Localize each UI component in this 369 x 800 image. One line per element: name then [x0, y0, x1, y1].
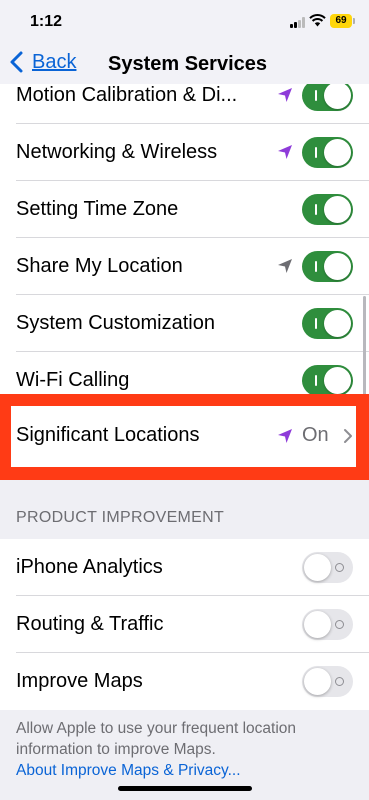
- footer-text: Allow Apple to use your frequent locatio…: [16, 720, 297, 758]
- section-header: PRODUCT IMPROVEMENT: [16, 509, 225, 526]
- footer-note: Allow Apple to use your frequent locatio…: [16, 718, 361, 781]
- chevron-right-icon: [344, 429, 352, 443]
- cellular-signal-icon: [290, 17, 306, 28]
- status-time: 1:12: [30, 13, 63, 30]
- system-services-list: Motion Calibration & Di... Networking & …: [0, 67, 369, 409]
- scrollbar[interactable]: [363, 296, 366, 404]
- iphone-analytics-toggle[interactable]: [302, 552, 353, 583]
- significant-locations-row[interactable]: Significant Locations On: [11, 406, 356, 467]
- networking-wireless-toggle[interactable]: [302, 137, 353, 168]
- gray-arrow-icon: [278, 259, 292, 273]
- motion-calibration-toggle[interactable]: [302, 80, 353, 111]
- status-bar: 1:12 69: [0, 0, 369, 44]
- wifi-calling-toggle[interactable]: [302, 365, 353, 396]
- highlight-box: Significant Locations On: [0, 394, 369, 480]
- setting-time-zone-toggle[interactable]: [302, 194, 353, 225]
- row-label: Motion Calibration & Di...: [16, 84, 238, 106]
- row-label: Significant Locations: [16, 424, 200, 446]
- list-item-routing-traffic: Routing & Traffic: [0, 596, 369, 653]
- list-item-share-my-location: Share My Location: [0, 238, 369, 295]
- battery-icon: 69: [330, 14, 355, 28]
- wifi-icon: [309, 14, 326, 27]
- navigation-bar: Back System Services: [0, 44, 369, 84]
- page-title: System Services: [107, 53, 267, 75]
- row-label: Routing & Traffic: [16, 613, 164, 635]
- privacy-link[interactable]: About Improve Maps & Privacy...: [16, 760, 361, 781]
- purple-arrow-icon: [278, 88, 292, 102]
- routing-traffic-toggle[interactable]: [302, 609, 353, 640]
- row-label: Setting Time Zone: [16, 198, 179, 220]
- system-customization-toggle[interactable]: [302, 308, 353, 339]
- row-label: Networking & Wireless: [16, 141, 218, 163]
- row-value: On: [302, 424, 329, 446]
- share-my-location-toggle[interactable]: [302, 251, 353, 282]
- row-label: System Customization: [16, 312, 215, 334]
- row-label: iPhone Analytics: [16, 556, 163, 578]
- list-item-networking-wireless: Networking & Wireless: [0, 124, 369, 181]
- home-indicator[interactable]: [118, 786, 252, 791]
- purple-arrow-icon: [278, 429, 292, 443]
- row-label: Improve Maps: [16, 670, 143, 692]
- list-item-improve-maps: Improve Maps: [0, 653, 369, 710]
- improve-maps-toggle[interactable]: [302, 666, 353, 697]
- list-item-setting-time-zone: Setting Time Zone: [0, 181, 369, 238]
- purple-arrow-icon: [278, 145, 292, 159]
- row-label: Share My Location: [16, 255, 183, 277]
- list-item-system-customization: System Customization: [0, 295, 369, 352]
- product-improvement-list: iPhone Analytics Routing & Traffic Impro…: [0, 539, 369, 710]
- list-item-iphone-analytics: iPhone Analytics: [0, 539, 369, 596]
- row-label: Wi-Fi Calling: [16, 369, 130, 391]
